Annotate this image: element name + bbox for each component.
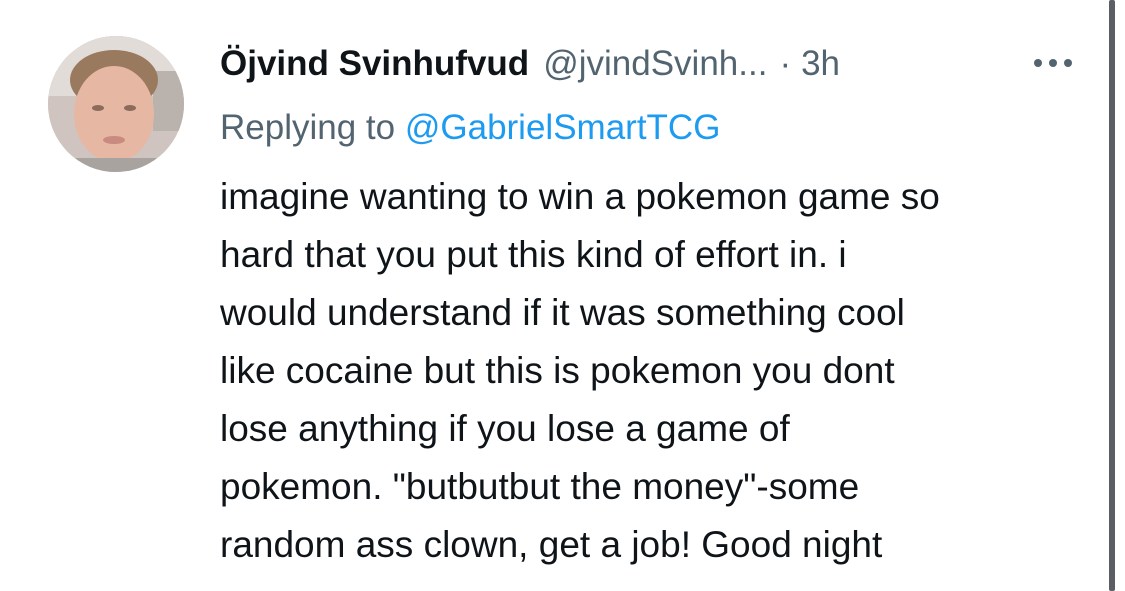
- more-horizontal-icon-dot: [1064, 59, 1072, 67]
- more-horizontal-icon: [1034, 59, 1042, 67]
- tweet-text: imagine wanting to win a pokemon game so…: [220, 168, 1080, 574]
- author-name[interactable]: Öjvind Svinhufvud: [220, 44, 529, 84]
- author-handle[interactable]: @jvindSvinh...: [543, 44, 767, 84]
- tweet-header: Öjvind Svinhufvud @jvindSvinh... · 3h: [220, 36, 1080, 92]
- tweet-text-line: would understand if it was something coo…: [220, 292, 905, 333]
- replying-prefix: Replying to: [220, 108, 396, 147]
- tweet-text-line: pokemon. "butbutbut the money"-some: [220, 466, 860, 507]
- more-horizontal-icon-dot: [1049, 59, 1057, 67]
- tweet-text-line: lose anything if you lose a game of: [220, 408, 790, 449]
- replying-to: Replying to @GabrielSmartTCG: [220, 108, 720, 148]
- avatar[interactable]: [48, 36, 184, 172]
- tweet-text-line: imagine wanting to win a pokemon game so: [220, 176, 940, 217]
- scrollbar[interactable]: [1109, 0, 1115, 591]
- separator: ·: [779, 44, 792, 83]
- replying-to-link[interactable]: @GabrielSmartTCG: [405, 108, 721, 147]
- avatar-image: [48, 36, 184, 172]
- more-options-button[interactable]: [1028, 48, 1078, 78]
- tweet-text-line: random ass clown, get a job! Good night: [220, 524, 883, 565]
- timestamp[interactable]: 3h: [801, 44, 840, 84]
- tweet-text-line: hard that you put this kind of effort in…: [220, 234, 847, 275]
- tweet-text-line: like cocaine but this is pokemon you don…: [220, 350, 895, 391]
- tweet: Öjvind Svinhufvud @jvindSvinh... · 3h Re…: [0, 0, 1125, 591]
